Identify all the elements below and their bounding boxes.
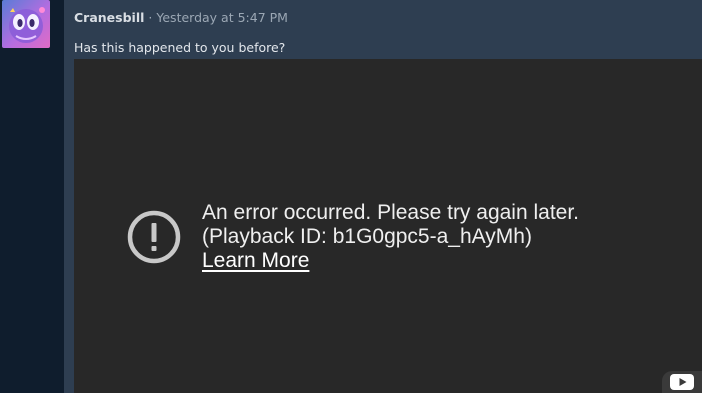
avatar[interactable] xyxy=(2,0,50,48)
author-name[interactable]: Cranesbill xyxy=(74,10,144,25)
youtube-play-icon xyxy=(670,374,694,390)
exclamation-circle-icon xyxy=(127,210,181,264)
avatar-image xyxy=(9,7,45,43)
error-line-2: (Playback ID: b1G0gpc5-a_hAyMh) xyxy=(202,225,532,248)
youtube-button[interactable] xyxy=(662,371,702,393)
error-text: An error occurred. Please try again late… xyxy=(202,201,579,273)
learn-more-link[interactable]: Learn More xyxy=(202,249,309,273)
header-separator: · xyxy=(148,10,153,25)
error-message-block: An error occurred. Please try again late… xyxy=(126,201,579,273)
left-rail xyxy=(0,0,64,393)
video-embed-player[interactable]: An error occurred. Please try again late… xyxy=(74,59,702,393)
message-header: Cranesbill · Yesterday at 5:47 PM xyxy=(74,10,288,30)
message-timestamp: Yesterday at 5:47 PM xyxy=(156,10,288,25)
message-text: Has this happened to you before? xyxy=(74,40,286,55)
error-line-1: An error occurred. Please try again late… xyxy=(202,201,580,224)
